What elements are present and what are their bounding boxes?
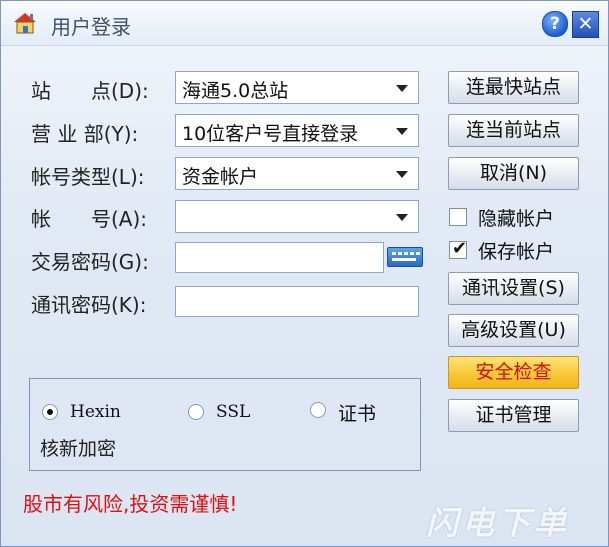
current-station-button[interactable]: 连当前站点 [448,114,579,147]
department-label: 营 业 部(Y): [31,122,139,146]
account-select[interactable] [175,200,419,233]
window-title: 用户登录 [51,15,131,39]
account-type-value: 资金帐户 [182,166,259,188]
help-button[interactable]: ? [542,11,568,37]
station-value: 海通5.0总站 [182,80,289,102]
ssl-label: SSL [216,402,251,422]
encryption-caption: 核新加密 [40,438,117,460]
account-type-select[interactable]: 资金帐户 [175,157,419,190]
title-bar: 用户登录 ? ✕ [1,1,608,46]
fastest-station-button[interactable]: 连最快站点 [448,71,579,104]
hexin-radio[interactable] [42,404,58,420]
comm-settings-button[interactable]: 通讯设置(S) [448,272,579,305]
chevron-down-icon [396,171,408,178]
house-icon [14,13,36,34]
close-button[interactable]: ✕ [572,11,599,38]
department-value: 10位客户号直接登录 [182,123,359,145]
login-window: 用户登录 ? ✕ 站 点(D): 营 业 部(Y): 帐号类型(L): 帐 号(… [0,0,609,547]
security-check-button[interactable]: 安全检查 [448,356,579,389]
station-label: 站 点(D): [31,79,149,103]
cancel-button[interactable]: 取消(N) [448,157,579,190]
hide-account-checkbox[interactable] [449,208,467,226]
comm-password-label: 通讯密码(K): [31,293,147,317]
advanced-settings-button[interactable]: 高级设置(U) [448,314,579,347]
hexin-label: Hexin [70,402,121,422]
account-type-label: 帐号类型(L): [31,165,145,189]
comm-password-field[interactable] [175,286,419,317]
risk-warning: 股市有风险,投资需谨慎! [23,492,238,516]
account-label: 帐 号(A): [31,207,148,231]
trade-password-label: 交易密码(G): [31,250,149,274]
checkmark-icon: ✔ [452,238,468,259]
hide-account-label: 隐藏帐户 [478,208,555,230]
watermark: 闪电下单 [426,504,571,542]
cert-label: 证书 [338,403,377,425]
chevron-down-icon [396,85,408,92]
encryption-group: Hexin SSL 证书 核新加密 [29,378,421,471]
chevron-down-icon [396,214,408,221]
save-account-checkbox[interactable]: ✔ [449,238,468,259]
radio-dot-icon [47,409,53,415]
save-account-label: 保存帐户 [478,241,555,263]
cert-manage-button[interactable]: 证书管理 [448,399,579,432]
cert-radio[interactable] [310,402,326,418]
station-select[interactable]: 海通5.0总站 [175,71,419,104]
ssl-radio[interactable] [188,404,204,420]
trade-password-field[interactable] [175,242,384,273]
chevron-down-icon [396,128,408,135]
department-select[interactable]: 10位客户号直接登录 [175,114,419,147]
keyboard-icon[interactable] [387,247,423,267]
